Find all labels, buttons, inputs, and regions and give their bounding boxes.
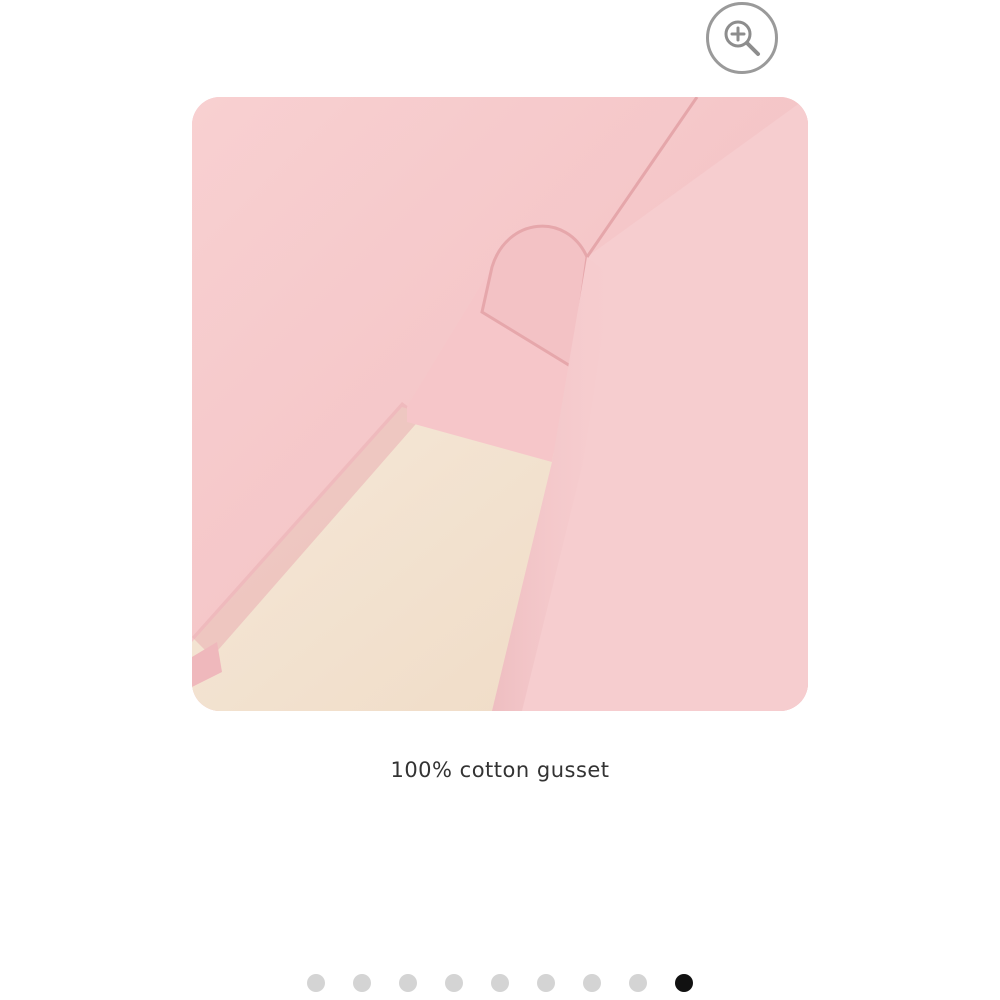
pagination-dot[interactable]: [399, 974, 417, 992]
product-caption: 100% cotton gusset: [390, 758, 610, 782]
gusset-fabric-illustration: [192, 97, 808, 711]
pagination-dot[interactable]: [629, 974, 647, 992]
pagination-dot[interactable]: [491, 974, 509, 992]
pagination-dot[interactable]: [353, 974, 371, 992]
carousel-pagination: [0, 974, 1000, 996]
zoom-in-icon: [724, 20, 760, 56]
zoom-button[interactable]: [706, 2, 778, 74]
product-image[interactable]: [192, 97, 808, 711]
pagination-dot-active[interactable]: [675, 974, 693, 992]
pagination-dot[interactable]: [445, 974, 463, 992]
product-gallery: 100% cotton gusset: [0, 0, 1000, 1000]
pagination-dot[interactable]: [307, 974, 325, 992]
pagination-dot[interactable]: [537, 974, 555, 992]
pagination-dot[interactable]: [583, 974, 601, 992]
